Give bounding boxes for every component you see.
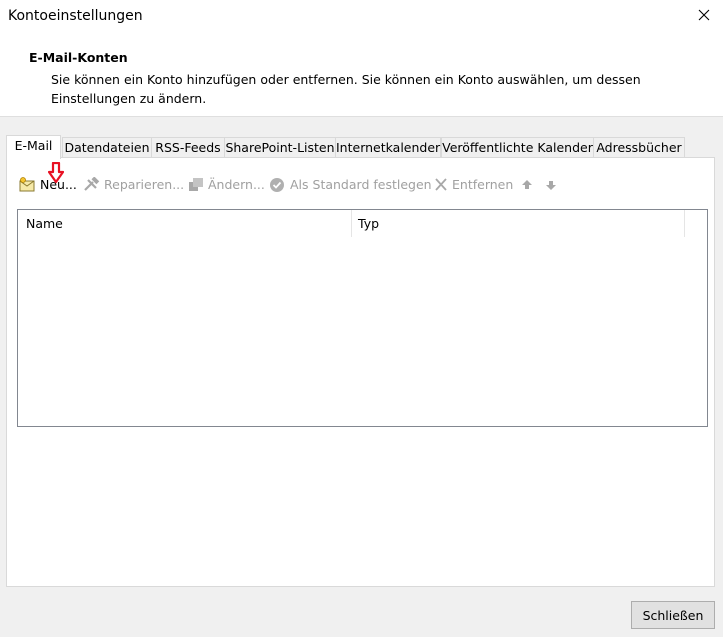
column-divider[interactable] (351, 210, 352, 237)
new-mail-account-icon (19, 177, 35, 192)
tab-rss-feeds[interactable]: RSS-Feeds (151, 137, 225, 157)
tab-published-calendars[interactable]: Veröffentlichte Kalender (441, 137, 594, 157)
checkmark-circle-icon (270, 178, 284, 192)
close-icon[interactable] (694, 5, 714, 25)
column-header-type[interactable]: Typ (358, 210, 379, 237)
window-title: Kontoeinstellungen (8, 8, 143, 24)
wrench-hammer-icon (84, 177, 100, 191)
move-down-button[interactable] (544, 175, 558, 195)
tab-data-files[interactable]: Datendateien (62, 137, 152, 157)
tab-sharepoint-lists[interactable]: SharePoint-Listen (224, 137, 336, 157)
column-divider[interactable] (684, 210, 685, 237)
arrow-down-icon (546, 181, 556, 190)
x-remove-icon (435, 178, 447, 191)
change-icon (189, 178, 203, 191)
move-up-button[interactable] (520, 175, 534, 195)
repair-button[interactable]: Reparieren... (83, 175, 185, 195)
remove-label: Entfernen (452, 177, 514, 192)
accounts-list[interactable]: Name Typ (17, 209, 708, 427)
set-default-label: Als Standard festlegen (290, 177, 432, 192)
arrow-up-icon (522, 180, 532, 189)
repair-label: Reparieren... (104, 177, 185, 192)
tab-email[interactable]: E-Mail (6, 135, 61, 159)
section-heading: E-Mail-Konten (29, 50, 128, 65)
annotation-arrow-icon (47, 161, 65, 187)
set-default-button[interactable]: Als Standard festlegen (269, 175, 432, 195)
email-tab-panel: Neu... Reparieren... Ändern... Als Stand… (6, 157, 715, 587)
tab-internet-calendars[interactable]: Internetkalender (335, 137, 441, 157)
close-dialog-button[interactable]: Schließen (631, 601, 715, 629)
column-header-name[interactable]: Name (26, 210, 63, 237)
change-label: Ändern... (208, 177, 265, 192)
dialog-header: Kontoeinstellungen E-Mail-Konten Sie kön… (0, 0, 723, 117)
change-button[interactable]: Ändern... (187, 175, 269, 195)
section-description: Sie können ein Konto hinzufügen oder ent… (51, 72, 641, 106)
remove-button[interactable]: Entfernen (433, 175, 513, 195)
tab-address-books[interactable]: Adressbücher (593, 137, 685, 157)
